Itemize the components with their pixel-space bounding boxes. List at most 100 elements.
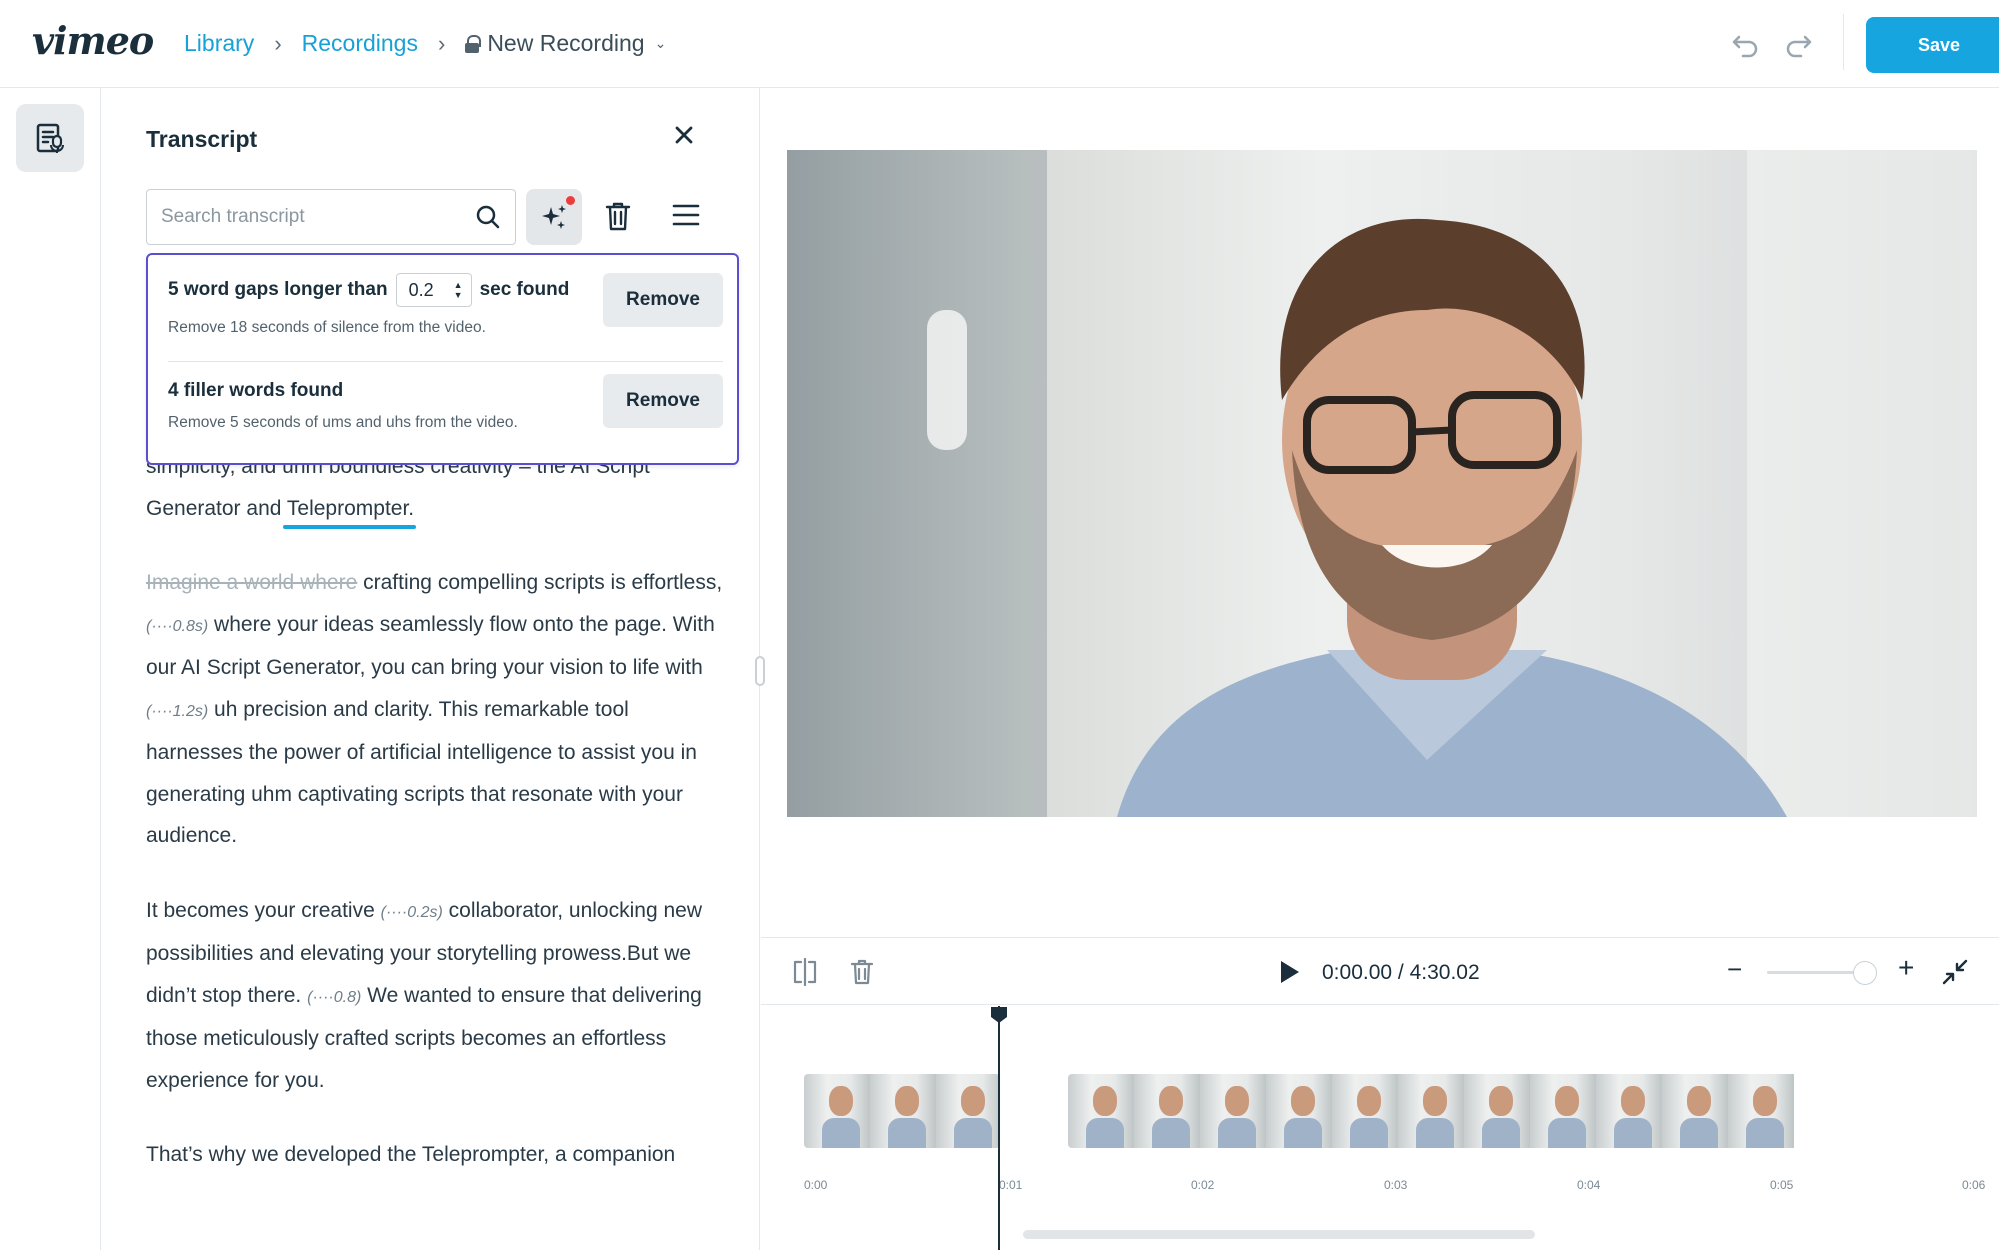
transcript-text-segment[interactable]: crafting compelling scripts is effortles… bbox=[357, 571, 722, 594]
clip-thumbnail bbox=[1464, 1074, 1530, 1148]
time-tick: 0:04 bbox=[1577, 1178, 1601, 1192]
recording-title-dropdown[interactable]: New Recording ⌄ bbox=[465, 30, 666, 57]
zoom-out-button[interactable]: − bbox=[1727, 954, 1742, 985]
stepper-arrows-icon[interactable]: ▲ ▼ bbox=[454, 280, 463, 300]
time-tick: 0:06 bbox=[1962, 1178, 1986, 1192]
trash-icon bbox=[850, 959, 874, 985]
collapse-button[interactable] bbox=[1941, 958, 1969, 991]
remove-fillers-button[interactable]: Remove bbox=[603, 374, 723, 428]
transcript-text-segment[interactable]: It becomes your creative bbox=[146, 899, 381, 922]
remove-gaps-button[interactable]: Remove bbox=[603, 273, 723, 327]
search-input[interactable] bbox=[161, 204, 461, 230]
transcript-text-segment[interactable]: uh precision and clarity. This remarkabl… bbox=[146, 698, 697, 848]
zoom-slider-thumb[interactable] bbox=[1853, 961, 1877, 985]
split-clip-button[interactable] bbox=[791, 957, 819, 991]
transcript-paragraph: Imagine a world where crafting compellin… bbox=[146, 562, 726, 857]
playback-controls: 0:00.00 / 4:30.02 − + bbox=[761, 937, 1999, 1005]
trash-icon bbox=[605, 202, 631, 231]
breadcrumb-recordings[interactable]: Recordings bbox=[302, 30, 418, 57]
chevron-down-icon: ⌄ bbox=[654, 35, 667, 51]
transcript-text-segment[interactable]: That’s why we developed the Teleprompter… bbox=[146, 1143, 675, 1166]
clip-thumbnail bbox=[870, 1074, 936, 1148]
deleted-words[interactable]: Imagine a world where bbox=[146, 571, 357, 594]
playhead-handle-icon[interactable] bbox=[990, 1006, 1008, 1024]
transcript-paragraph: It becomes your creative (····0.2s) coll… bbox=[146, 890, 726, 1102]
undo-icon bbox=[1732, 35, 1758, 58]
close-panel-button[interactable] bbox=[671, 122, 697, 154]
cleanup-suggestions-popup: 5 word gaps longer than 0.2 ▲ ▼ sec found… bbox=[146, 253, 739, 465]
transcript-panel: Transcript 5 word gaps longer than 0.2 ▲… bbox=[101, 88, 760, 1250]
sparkles-icon bbox=[542, 205, 566, 229]
current-word-highlight[interactable]: Teleprompter. bbox=[287, 497, 414, 520]
save-button[interactable]: Save bbox=[1866, 17, 1999, 73]
word-gap-marker[interactable]: (····1.2s) bbox=[146, 703, 208, 720]
transcript-text-segment[interactable]: Generator and bbox=[146, 497, 287, 520]
clip-thumbnail bbox=[1332, 1074, 1398, 1148]
timeline[interactable]: 0:00 0:01 0:02 0:03 0:04 0:05 0:06 bbox=[761, 1006, 1999, 1250]
clip-thumbnail bbox=[1662, 1074, 1728, 1148]
transcript-paragraph: That’s why we developed the Teleprompter… bbox=[146, 1134, 726, 1176]
transcript-icon bbox=[36, 123, 64, 153]
tool-rail bbox=[0, 88, 101, 1250]
close-icon bbox=[675, 126, 693, 144]
top-bar: vimeo Library › Recordings › New Recordi… bbox=[0, 0, 1999, 88]
filler-words-suggestion: 4 filler words found Remove 5 seconds of… bbox=[168, 374, 723, 450]
video-frame-image bbox=[787, 150, 1977, 817]
clip-thumbnail bbox=[1530, 1074, 1596, 1148]
clip-thumbnail bbox=[804, 1074, 870, 1148]
timeline-scrollbar[interactable] bbox=[1023, 1230, 1535, 1239]
menu-button[interactable] bbox=[671, 201, 701, 234]
search-icon[interactable] bbox=[475, 204, 501, 230]
zoom-slider[interactable] bbox=[1767, 971, 1867, 974]
undo-button[interactable] bbox=[1729, 28, 1761, 60]
gap-threshold-value: 0.2 bbox=[408, 279, 434, 300]
clip-thumbnail bbox=[936, 1074, 1000, 1148]
lock-icon bbox=[465, 34, 482, 53]
transcript-tool-button[interactable] bbox=[16, 104, 84, 172]
video-preview[interactable] bbox=[787, 150, 1977, 817]
divider bbox=[168, 361, 723, 362]
playback-time: 0:00.00 / 4:30.02 bbox=[1322, 961, 1480, 984]
recording-title: New Recording bbox=[487, 30, 645, 56]
breadcrumb-library[interactable]: Library bbox=[184, 30, 254, 57]
clip-thumbnail bbox=[1398, 1074, 1464, 1148]
word-gap-marker[interactable]: (····0.8s) bbox=[146, 618, 208, 635]
playhead[interactable] bbox=[998, 1006, 1000, 1250]
time-tick: 0:03 bbox=[1384, 1178, 1408, 1192]
time-tick: 0:01 bbox=[999, 1178, 1023, 1192]
vimeo-logo[interactable]: vimeo bbox=[32, 18, 154, 63]
gap-threshold-stepper[interactable]: 0.2 ▲ ▼ bbox=[395, 273, 472, 307]
ai-suggestions-button[interactable] bbox=[526, 189, 582, 245]
clip-thumbnail bbox=[1200, 1074, 1266, 1148]
panel-resize-handle[interactable] bbox=[755, 656, 765, 686]
search-box bbox=[146, 189, 516, 245]
word-gap-marker[interactable]: (····0.8) bbox=[307, 989, 361, 1006]
time-tick: 0:05 bbox=[1770, 1178, 1794, 1192]
zoom-in-button[interactable]: + bbox=[1898, 952, 1914, 984]
transcript-text: simplicity, and uhm boundless creativity… bbox=[146, 446, 726, 1209]
redo-button[interactable] bbox=[1783, 28, 1815, 60]
word-gaps-prefix: 5 word gaps longer than bbox=[168, 279, 388, 300]
word-gap-marker[interactable]: (····0.2s) bbox=[381, 904, 443, 921]
play-button[interactable] bbox=[1277, 959, 1301, 990]
clip-thumbnail bbox=[1266, 1074, 1332, 1148]
notification-dot bbox=[566, 196, 575, 205]
delete-button[interactable] bbox=[603, 200, 633, 237]
word-gaps-suggestion: 5 word gaps longer than 0.2 ▲ ▼ sec found… bbox=[168, 273, 723, 361]
redo-icon bbox=[1786, 35, 1812, 58]
delete-clip-button[interactable] bbox=[849, 958, 875, 991]
panel-title: Transcript bbox=[146, 126, 258, 152]
clip-thumbnail bbox=[1068, 1074, 1134, 1148]
breadcrumb: Library › Recordings › New Recording ⌄ bbox=[184, 30, 666, 57]
transcript-text-segment[interactable]: where your ideas seamlessly flow onto th… bbox=[146, 613, 715, 680]
play-icon bbox=[1281, 961, 1299, 983]
clip-thumbnail bbox=[1596, 1074, 1662, 1148]
time-tick: 0:02 bbox=[1191, 1178, 1215, 1192]
clip-thumbnail bbox=[1728, 1074, 1794, 1148]
hamburger-menu-icon bbox=[672, 204, 700, 226]
time-tick: 0:00 bbox=[804, 1178, 828, 1192]
split-icon bbox=[793, 957, 817, 987]
collapse-arrows-icon bbox=[1942, 959, 1968, 985]
video-clip[interactable] bbox=[1068, 1074, 1797, 1148]
video-clip[interactable] bbox=[804, 1074, 1000, 1148]
